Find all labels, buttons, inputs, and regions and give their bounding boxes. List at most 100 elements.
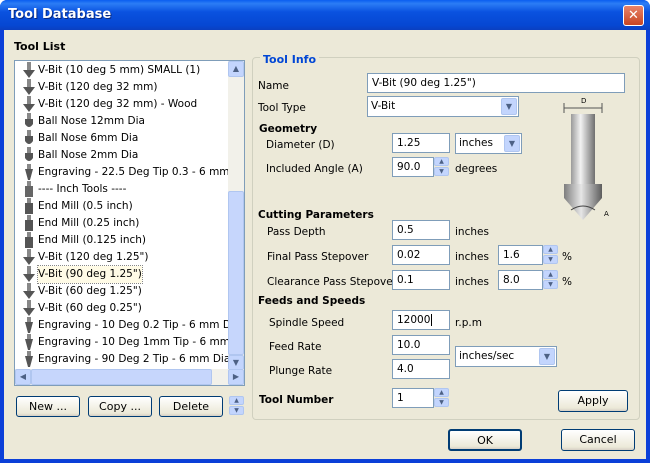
vbit-icon (20, 96, 38, 113)
tool-list-item-label: V-Bit (90 deg 1.25") (37, 265, 143, 284)
spin-up-icon[interactable]: ▲ (434, 388, 449, 397)
feed-rate-input[interactable]: 10.0 (392, 335, 450, 355)
tool-list-item[interactable]: Ball Nose 2mm Dia (16, 147, 228, 164)
engraving-icon (20, 317, 38, 334)
final-percent-spinner[interactable]: ▲ ▼ (543, 245, 558, 264)
ok-button[interactable]: OK (448, 429, 522, 451)
plunge-rate-input[interactable]: 4.0 (392, 359, 450, 379)
close-button[interactable]: ✕ (623, 5, 644, 26)
scroll-up-button[interactable]: ▲ (228, 61, 244, 77)
tool-list-item[interactable]: Ball Nose 12mm Dia (16, 113, 228, 130)
tool-number-input[interactable]: 1 (392, 388, 434, 408)
endmill-icon (20, 215, 38, 232)
tool-number-spinner[interactable]: ▲ ▼ (434, 388, 449, 407)
spindle-speed-value: 12000 (397, 314, 431, 326)
vbit-icon (20, 79, 38, 96)
chevron-down-icon[interactable]: ▼ (504, 135, 520, 152)
tool-list-item-label: Ball Nose 6mm Dia (38, 132, 139, 144)
pass-depth-label: Pass Depth (267, 226, 326, 238)
spindle-speed-input[interactable]: 12000 (392, 310, 450, 330)
angle-input[interactable]: 90.0 (392, 157, 434, 177)
hscroll-thumb[interactable] (31, 369, 212, 385)
spin-up-icon[interactable]: ▲ (543, 245, 558, 254)
vbit-icon (20, 266, 38, 283)
name-label: Name (258, 80, 289, 92)
vertical-scrollbar[interactable]: ▲ ▼ (228, 61, 244, 371)
move-down-button[interactable]: ▼ (229, 406, 244, 415)
cutting-heading: Cutting Parameters (258, 209, 374, 221)
tool-list-item[interactable]: V-Bit (120 deg 32 mm) (16, 79, 228, 96)
clearance-stepover-percent-input[interactable]: 8.0 (498, 270, 543, 290)
spin-down-icon[interactable]: ▼ (543, 255, 558, 264)
tool-type-value: V-Bit (371, 100, 396, 112)
pass-depth-input[interactable]: 0.5 (392, 220, 450, 240)
tool-list-item[interactable]: Engraving - 10 Deg 0.2 Tip - 6 mm Dia (16, 317, 228, 334)
cancel-button[interactable]: Cancel (561, 429, 635, 451)
tool-list-item[interactable]: V-Bit (60 deg 1.25") (16, 283, 228, 300)
scroll-thumb[interactable] (228, 191, 244, 355)
tool-list-item[interactable]: V-Bit (10 deg 5 mm) SMALL (1) (16, 62, 228, 79)
tool-list-item-label: V-Bit (120 deg 32 mm) - Wood (38, 98, 198, 110)
tool-list-item[interactable]: End Mill (0.5 inch) (16, 198, 228, 215)
scroll-right-button[interactable]: ▶ (228, 369, 244, 385)
engraving-icon (20, 164, 38, 181)
angle-spinner[interactable]: ▲ ▼ (434, 157, 449, 176)
tool-list-item-label: End Mill (0.5 inch) (38, 200, 133, 212)
tool-list-items: V-Bit (10 deg 5 mm) SMALL (1) V-Bit (120 … (16, 62, 228, 372)
apply-button[interactable]: Apply (558, 390, 628, 412)
tool-list-item[interactable]: V-Bit (120 deg 32 mm) - Wood (16, 96, 228, 113)
tool-listbox[interactable]: V-Bit (10 deg 5 mm) SMALL (1) V-Bit (120 … (14, 60, 245, 386)
tool-list-item[interactable]: Engraving - 10 Deg 1mm Tip - 6 mm Dia (16, 334, 228, 351)
spin-down-icon[interactable]: ▼ (434, 167, 449, 176)
final-stepover-percent-input[interactable]: 1.6 (498, 245, 543, 265)
tool-list-item[interactable]: V-Bit (120 deg 1.25") (16, 249, 228, 266)
clearance-stepover-input[interactable]: 0.1 (392, 270, 450, 290)
vbit-icon (20, 300, 38, 317)
copy-button[interactable]: Copy ... (88, 396, 152, 417)
chevron-down-icon[interactable]: ▼ (501, 98, 517, 115)
spin-down-icon[interactable]: ▼ (434, 398, 449, 407)
vbit-icon (20, 283, 38, 300)
vbit-icon (20, 62, 38, 79)
chevron-down-icon[interactable]: ▼ (539, 348, 555, 365)
tool-list-item-label: ---- Inch Tools ---- (38, 183, 127, 195)
tool-list-item[interactable]: ---- Inch Tools ---- (16, 181, 228, 198)
spindle-label: Spindle Speed (269, 317, 345, 329)
tool-list-item[interactable]: End Mill (0.25 inch) (16, 215, 228, 232)
spin-down-icon[interactable]: ▼ (543, 280, 558, 289)
tool-list-item[interactable]: V-Bit (60 deg 0.25") (16, 300, 228, 317)
scroll-left-button[interactable]: ◀ (15, 369, 31, 385)
tool-list-item-label: Ball Nose 2mm Dia (38, 149, 139, 161)
clearance-stepover-label: Clearance Pass Stepover (267, 276, 398, 288)
horizontal-scrollbar[interactable]: ◀ ▶ (15, 369, 244, 385)
tool-list-item[interactable]: Engraving - 22.5 Deg Tip 0.3 - 6 mm (16, 164, 228, 181)
final-stepover-input[interactable]: 0.02 (392, 245, 450, 265)
final-stepover-unit: inches (455, 251, 489, 263)
rate-unit-select[interactable]: inches/sec ▼ (455, 346, 557, 367)
move-up-button[interactable]: ▲ (229, 396, 244, 405)
angle-label: Included Angle (A) (266, 163, 363, 175)
feed-rate-label: Feed Rate (269, 341, 322, 353)
title-bar[interactable]: Tool Database ✕ (0, 0, 650, 30)
tool-list-item-label: End Mill (0.25 inch) (38, 217, 140, 229)
delete-button[interactable]: Delete (159, 396, 223, 417)
spin-up-icon[interactable]: ▲ (434, 157, 449, 166)
clearance-percent-spinner[interactable]: ▲ ▼ (543, 270, 558, 289)
engraving-icon (20, 351, 38, 368)
vbit-icon (20, 249, 38, 266)
new-button[interactable]: New ... (16, 396, 80, 417)
diameter-unit-value: inches (459, 137, 493, 149)
tool-list-item-label: V-Bit (60 deg 1.25") (38, 285, 142, 297)
reorder-spinner[interactable]: ▲ ▼ (229, 396, 244, 415)
name-input[interactable]: V-Bit (90 deg 1.25") (367, 73, 625, 93)
plunge-rate-label: Plunge Rate (269, 365, 333, 377)
final-stepover-label: Final Pass Stepover (267, 251, 369, 263)
spin-up-icon[interactable]: ▲ (543, 270, 558, 279)
tool-list-item[interactable]: V-Bit (90 deg 1.25") (16, 265, 228, 284)
diameter-unit-select[interactable]: inches ▼ (455, 133, 522, 154)
diameter-input[interactable]: 1.25 (392, 133, 450, 153)
tool-type-select[interactable]: V-Bit ▼ (367, 96, 519, 117)
tool-list-item[interactable]: Engraving - 90 Deg 2 Tip - 6 mm Dia (16, 351, 228, 368)
tool-list-item[interactable]: Ball Nose 6mm Dia (16, 130, 228, 147)
tool-list-item[interactable]: End Mill (0.125 inch) (16, 232, 228, 249)
